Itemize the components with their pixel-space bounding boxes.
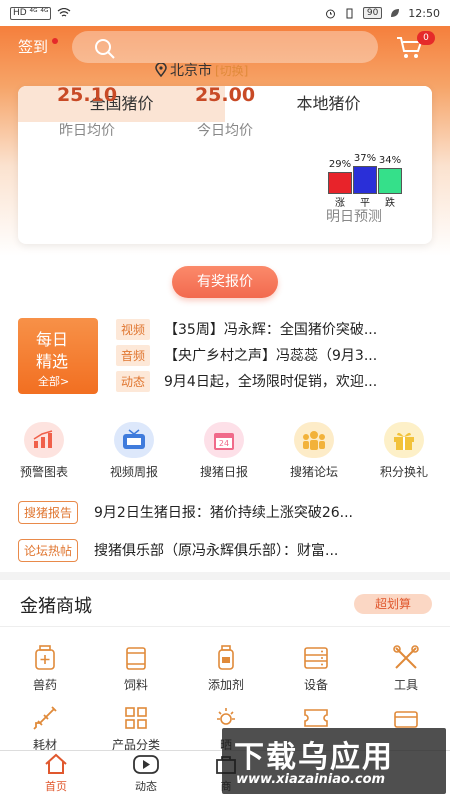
location-switch[interactable]: [切换] <box>215 62 248 79</box>
prediction-bar-label: 平 <box>360 198 370 209</box>
prediction-bar-label: 跌 <box>385 198 395 209</box>
news-text: 【35周】冯永辉：全国猪价突破... <box>164 322 378 338</box>
status-left: HD ⁴ᴳ ⁴ᴳ <box>10 6 71 20</box>
medicine-bottle-icon <box>31 644 59 672</box>
tools-icon <box>392 644 420 672</box>
clock: 12:50 <box>408 6 440 20</box>
yesterday-label: 昨日均价 <box>59 123 115 139</box>
tv-icon[interactable] <box>114 422 154 458</box>
category-consumables[interactable]: 耗材 <box>10 704 80 753</box>
category-product-classification[interactable]: 产品分类 <box>101 704 171 753</box>
news-tag: 动态 <box>116 370 151 392</box>
report-tag: 论坛热帖 <box>18 538 79 562</box>
watermark-line1: 下载乌应用 <box>234 740 394 775</box>
location-pin-icon <box>155 63 167 77</box>
news-text: 9月4日起，全场限时促销，欢迎... <box>164 374 378 390</box>
home-icon <box>45 753 67 774</box>
gift-icon[interactable] <box>384 422 424 458</box>
tab-label: 动态 <box>135 780 157 793</box>
quick-label[interactable]: 积分换礼 <box>364 463 444 480</box>
section-divider <box>0 572 450 580</box>
alarm-icon <box>325 9 335 18</box>
news-item[interactable]: 动态 9月4日起，全场限时促销，欢迎... <box>116 369 436 393</box>
prediction-bar <box>378 168 402 194</box>
grid-icon <box>122 704 150 732</box>
equipment-icon <box>302 644 330 672</box>
report-text: 9月2日生猪日报：猪价持续上涨突破26... <box>94 505 353 521</box>
leaf-icon <box>391 9 400 17</box>
category-additive[interactable]: 添加剂 <box>191 644 261 693</box>
prediction-percent: 29% <box>328 159 352 170</box>
yesterday-price: 25.10 <box>56 84 118 106</box>
daily-all-link[interactable]: 全部> <box>38 373 69 389</box>
watermark: 下载乌应用 www.xiazainiao.com <box>222 728 446 794</box>
calendar-icon[interactable]: 24 <box>204 422 244 458</box>
category-label: 兽药 <box>32 678 57 692</box>
bottle-icon <box>212 644 240 672</box>
report-item[interactable]: 搜猪报告 9月2日生猪日报：猪价持续上涨突破26... <box>18 499 438 525</box>
daily-title-line1: 每日 <box>36 330 69 349</box>
prediction-bar <box>353 166 377 194</box>
network-badge: HD ⁴ᴳ ⁴ᴳ <box>10 6 52 20</box>
news-text: 【央广乡村之声】冯蕊蕊（9月3... <box>164 348 378 364</box>
category-feed[interactable]: 饲料 <box>101 644 171 693</box>
news-item[interactable]: 音频 【央广乡村之声】冯蕊蕊（9月3... <box>116 343 436 367</box>
report-item[interactable]: 论坛热帖 搜猪俱乐部（原冯永辉俱乐部）：财富... <box>18 537 438 563</box>
super-deal-button[interactable]: 超划算 <box>354 594 432 614</box>
search-input[interactable] <box>72 31 378 63</box>
news-item[interactable]: 视频 【35周】冯永辉：全国猪价突破... <box>116 317 436 341</box>
quick-label[interactable]: 预警图表 <box>4 463 84 480</box>
category-label: 饲料 <box>123 678 148 692</box>
news-tag: 视频 <box>116 318 151 340</box>
svg-text:24: 24 <box>219 439 229 448</box>
category-equipment[interactable]: 设备 <box>281 644 351 693</box>
sign-in-button[interactable]: 签到 <box>18 36 48 57</box>
warning-chart-icon[interactable] <box>24 422 64 458</box>
today-price: 25.00 <box>194 84 256 106</box>
prediction-label: 明日预测 <box>326 209 382 225</box>
mall-title: 金猪商城 <box>20 596 92 617</box>
prediction-percent: 37% <box>353 153 377 164</box>
search-icon <box>95 39 115 59</box>
prediction-percent: 34% <box>378 155 402 166</box>
battery-level: 90 <box>362 7 383 19</box>
report-text: 搜猪俱乐部（原冯永辉俱乐部）：财富... <box>94 543 339 559</box>
tab-feed[interactable]: 动态 <box>116 753 176 794</box>
tab-label: 首页 <box>45 780 67 793</box>
news-tag: 音频 <box>116 344 151 366</box>
quick-label[interactable]: 搜猪论坛 <box>274 463 354 480</box>
cart-badge: 0 <box>417 31 435 45</box>
tab-home[interactable]: 首页 <box>26 753 86 794</box>
category-label: 设备 <box>303 678 328 692</box>
sign-in-dot <box>52 38 58 44</box>
watermark-line2: www.xiazainiao.com <box>236 772 386 787</box>
location-selector[interactable]: 北京市 [切换] <box>155 60 248 80</box>
reward-quote-button[interactable]: 有奖报价 <box>172 266 278 298</box>
category-tools[interactable]: 工具 <box>371 644 441 693</box>
prediction-bar <box>328 172 352 194</box>
prediction-bar-label: 涨 <box>335 198 345 209</box>
location-name: 北京市 <box>170 63 212 79</box>
feed-icon <box>122 644 150 672</box>
daily-title-line2: 精选 <box>36 352 69 371</box>
category-vet-medicine[interactable]: 兽药 <box>10 644 80 693</box>
mall-divider <box>0 626 450 627</box>
report-tag: 搜猪报告 <box>18 500 79 524</box>
category-label: 添加剂 <box>207 678 244 692</box>
quick-label[interactable]: 视频周报 <box>94 463 174 480</box>
wifi-icon <box>58 8 71 17</box>
people-icon[interactable] <box>294 422 334 458</box>
syringe-icon <box>31 704 59 732</box>
quick-label[interactable]: 搜猪日报 <box>184 463 264 480</box>
today-label: 今日均价 <box>197 123 253 139</box>
category-label: 工具 <box>393 678 418 692</box>
status-right: 90 12:50 <box>325 7 440 20</box>
daily-picks-block[interactable]: 每日 精选 全部> <box>18 318 98 394</box>
status-bar: HD ⁴ᴳ ⁴ᴳ 90 12:50 <box>0 0 450 26</box>
vibrate-icon <box>346 8 353 18</box>
play-icon <box>133 755 159 774</box>
